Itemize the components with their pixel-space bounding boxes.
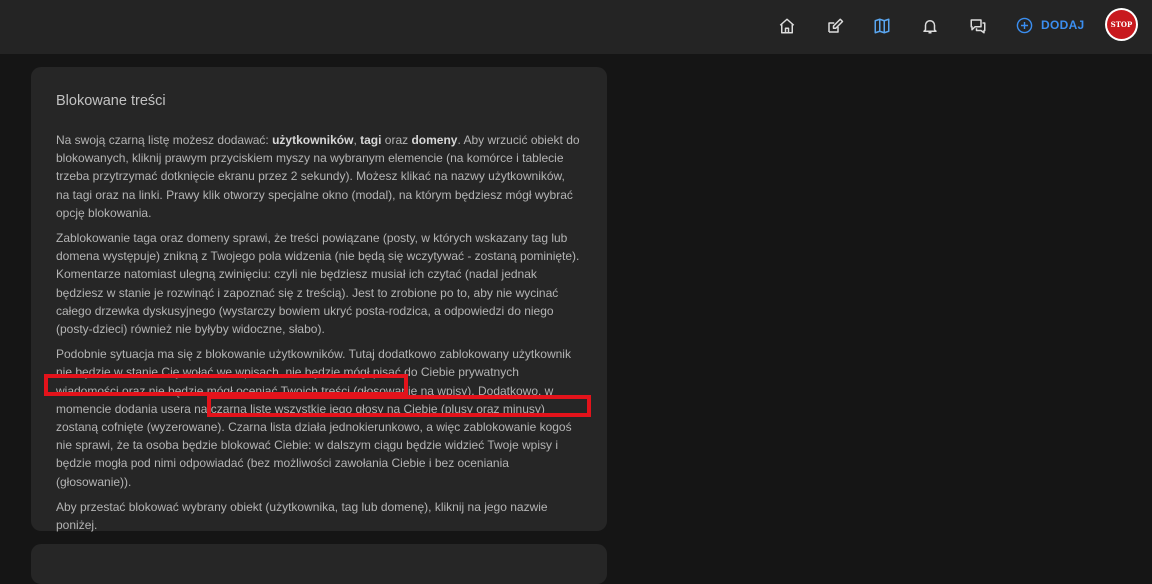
add-button-label: DODAJ	[1041, 18, 1085, 32]
stop-sign-avatar: STOP	[1107, 10, 1136, 39]
blocked-content-card: Blokowane treści Na swoją czarną listę m…	[31, 67, 607, 532]
add-button[interactable]: DODAJ	[1016, 14, 1085, 36]
chat-icon[interactable]	[965, 13, 991, 39]
paragraph-intro: Na swoją czarną listę możesz dodawać: uż…	[56, 131, 580, 222]
card-title: Blokowane treści	[56, 93, 166, 109]
highlight-box-rating	[44, 374, 408, 396]
intro-bold-users: użytkowników	[272, 133, 354, 147]
avatar[interactable]: STOP	[1105, 8, 1138, 41]
next-card	[31, 544, 607, 584]
intro-text-a: Na swoją czarną listę możesz dodawać:	[56, 133, 273, 147]
map-icon[interactable]	[869, 13, 895, 39]
intro-text-d: oraz	[381, 133, 412, 147]
paragraph-users: Podobnie sytuacja ma się z blokowanie uż…	[56, 347, 572, 489]
paragraph-tags-domains: Zablokowanie taga oraz domeny sprawi, że…	[56, 231, 580, 337]
avatar-text: STOP	[1110, 20, 1133, 29]
bell-icon[interactable]	[917, 13, 943, 39]
paragraph-unblock: Aby przestać blokować wybrany obiekt (uż…	[56, 499, 548, 533]
plus-circle-icon	[1016, 17, 1033, 33]
highlight-box-votes	[207, 395, 591, 417]
home-icon[interactable]	[774, 13, 800, 39]
card-body: Na swoją czarną listę możesz dodawać: uż…	[56, 131, 580, 541]
intro-bold-domains: domeny	[411, 133, 458, 147]
intro-bold-tags: tagi	[360, 133, 382, 147]
edit-icon[interactable]	[822, 13, 848, 39]
top-bar: DODAJ STOP	[0, 0, 1152, 54]
